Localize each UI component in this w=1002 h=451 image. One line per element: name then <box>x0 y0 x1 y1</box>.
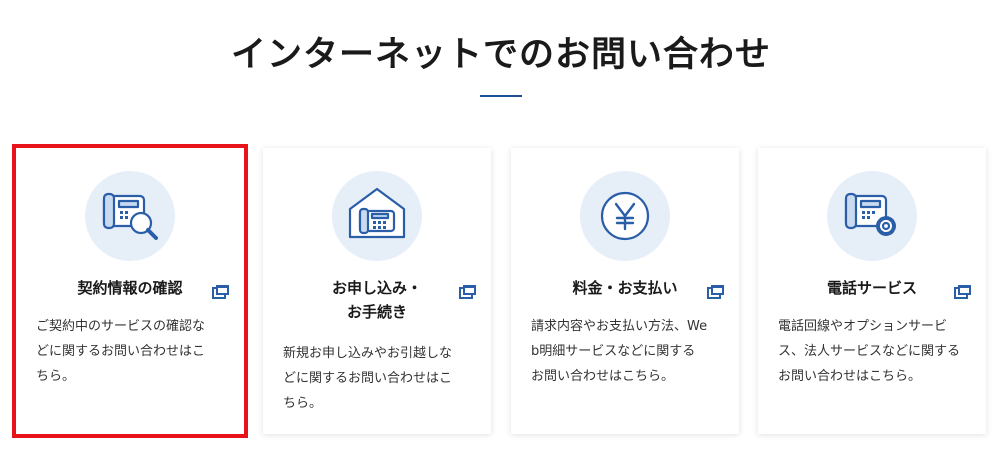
card-title: 契約情報の確認 <box>16 276 244 300</box>
phone-search-icon <box>102 192 158 240</box>
phone-gear-icon <box>844 192 896 236</box>
card-application[interactable]: お申し込み・ お手続き 新規お申し込みやお引越しな どに関するお問い合わせはこ … <box>263 148 491 434</box>
card-title: 電話サービス <box>758 276 986 300</box>
page-title: インターネットでのお問い合わせ <box>230 35 771 75</box>
external-link-icon[interactable] <box>459 284 477 300</box>
icon-circle <box>827 171 917 261</box>
card-phone-service[interactable]: 電話サービス 電話回線やオプションサービ ス、法人サービスなどに関する お問い合… <box>758 148 986 434</box>
card-title-line: 料金・お支払い <box>572 279 678 297</box>
card-contract-info[interactable]: 契約情報の確認 ご契約中のサービスの確認な どに関するお問い合わせはこ ちら。 <box>12 144 248 438</box>
card-title-line: お申し込み・ <box>331 279 422 297</box>
card-title: お申し込み・ お手続き <box>263 276 491 324</box>
card-title-line: 電話サービス <box>826 279 917 297</box>
card-description: ご契約中のサービスの確認な どに関するお問い合わせはこ ちら。 <box>36 319 206 384</box>
external-link-icon[interactable] <box>212 284 230 300</box>
card-description: 請求内容やお支払い方法、We b明細サービスなどに関する お問い合わせはこちら。 <box>531 319 708 384</box>
icon-circle <box>580 171 670 261</box>
icon-circle <box>85 171 175 261</box>
card-description: 電話回線やオプションサービ ス、法人サービスなどに関する お問い合わせはこちら。 <box>778 319 961 384</box>
card-title-line: お手続き <box>346 303 407 321</box>
title-underline <box>480 95 522 97</box>
yen-coin-icon <box>600 191 650 241</box>
icon-circle <box>332 171 422 261</box>
card-description: 新規お申し込みやお引越しな どに関するお問い合わせはこ ちら。 <box>283 346 453 411</box>
house-phone-icon <box>348 187 406 239</box>
card-title: 料金・お支払い <box>511 276 739 300</box>
card-billing[interactable]: 料金・お支払い 請求内容やお支払い方法、We b明細サービスなどに関する お問い… <box>511 148 739 434</box>
external-link-icon[interactable] <box>954 284 972 300</box>
card-title-line: 契約情報の確認 <box>77 279 183 297</box>
external-link-icon[interactable] <box>707 284 725 300</box>
